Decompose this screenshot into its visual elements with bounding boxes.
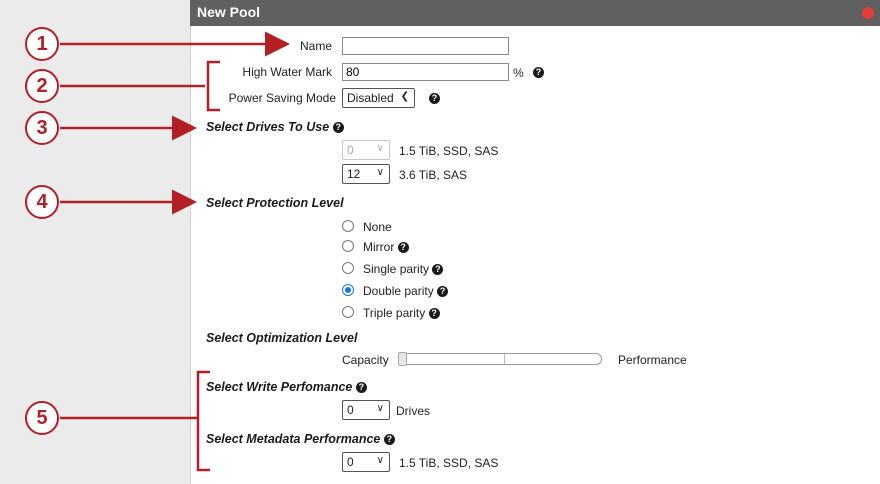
callout-bracket-5: [196, 370, 210, 472]
callout-badge-2: 2: [25, 69, 59, 103]
callout-badge-1: 1: [25, 27, 59, 61]
callout-bracket-2: [206, 60, 220, 112]
callout-badge-4: 4: [25, 185, 59, 219]
callout-badge-5: 5: [25, 401, 59, 435]
callout-annotations: [60, 31, 290, 472]
callout-badge-3: 3: [25, 111, 59, 145]
